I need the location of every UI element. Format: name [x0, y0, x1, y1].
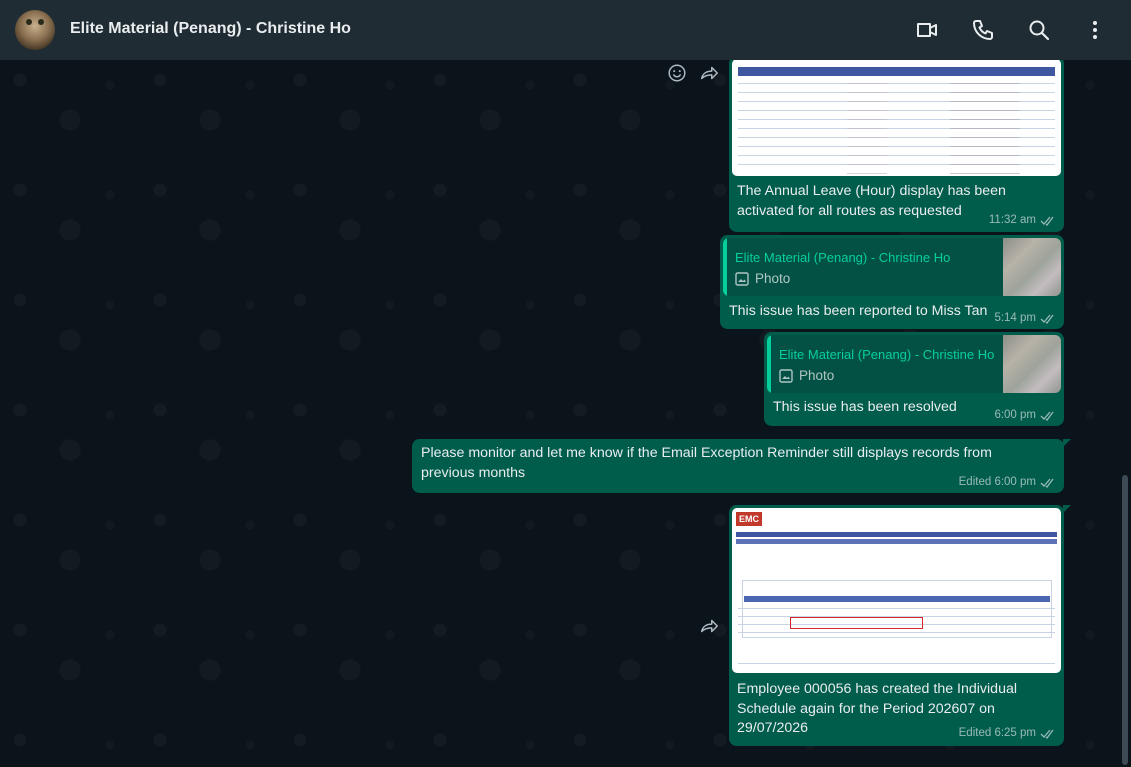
emoji-react-icon[interactable]: [666, 62, 688, 84]
forward-icon[interactable]: [698, 62, 720, 84]
chat-scrollbar[interactable]: [1122, 475, 1128, 765]
message-meta: Edited 6:25 pm: [959, 727, 1056, 739]
message-time: Edited 6:25 pm: [958, 727, 1036, 739]
message-time: 6:00 pm: [994, 409, 1036, 421]
message-bubble[interactable]: Please monitor and let me know if the Em…: [412, 439, 1071, 493]
message-bubble[interactable]: Elite Material (Penang) - Christine Ho P…: [720, 235, 1064, 329]
photo-icon: [779, 368, 793, 383]
quote-accent-bar: [723, 238, 727, 296]
quoted-message[interactable]: Elite Material (Penang) - Christine Ho P…: [767, 335, 1061, 393]
quoted-type: Photo: [735, 271, 790, 286]
message-text: This issue has been resolved: [773, 399, 957, 415]
message-bubble[interactable]: Elite Material (Penang) - Christine Ho P…: [764, 332, 1064, 426]
quoted-sender: Elite Material (Penang) - Christine Ho: [735, 250, 951, 265]
quoted-thumbnail: [1003, 238, 1061, 296]
quoted-sender: Elite Material (Penang) - Christine Ho: [779, 347, 995, 362]
message-meta: 5:14 pm: [994, 312, 1056, 324]
photo-icon: [735, 271, 749, 286]
quoted-type: Photo: [779, 368, 834, 383]
message-bubble[interactable]: The Annual Leave (Hour) display has been…: [729, 60, 1064, 232]
message-bubble[interactable]: EMC Employee 000056 has created the Indi…: [729, 505, 1071, 746]
message-time: 11:32 am: [988, 214, 1036, 226]
read-ticks-icon: [1040, 411, 1054, 421]
chat-title[interactable]: Elite Material (Penang) - Christine Ho: [70, 20, 351, 38]
message-text: Please monitor and let me know if the Em…: [421, 445, 992, 481]
menu-icon[interactable]: [1083, 18, 1107, 42]
message-image[interactable]: EMC: [732, 508, 1061, 673]
read-ticks-icon: [1040, 729, 1054, 739]
quoted-thumbnail: [1003, 335, 1061, 393]
message-text: This issue has been reported to Miss Tan: [729, 303, 988, 319]
message-meta: 6:00 pm: [994, 409, 1056, 421]
message-time: Edited 6:00 pm: [958, 476, 1036, 488]
search-icon[interactable]: [1027, 18, 1051, 42]
quoted-message[interactable]: Elite Material (Penang) - Christine Ho P…: [723, 238, 1061, 296]
read-ticks-icon: [1040, 216, 1054, 226]
voice-call-icon[interactable]: [971, 18, 995, 42]
video-call-icon[interactable]: [915, 18, 939, 42]
message-time: 5:14 pm: [994, 312, 1036, 324]
read-ticks-icon: [1040, 478, 1054, 488]
chat-area[interactable]: The Annual Leave (Hour) display has been…: [0, 60, 1131, 767]
read-ticks-icon: [1040, 314, 1054, 324]
message-meta: 11:32 am: [989, 214, 1056, 226]
message-image[interactable]: [732, 60, 1061, 176]
quote-accent-bar: [767, 335, 771, 393]
message-meta: Edited 6:00 pm: [959, 476, 1056, 488]
forward-icon[interactable]: [698, 615, 720, 637]
contact-avatar[interactable]: [15, 10, 55, 50]
chat-header: Elite Material (Penang) - Christine Ho: [0, 0, 1131, 60]
